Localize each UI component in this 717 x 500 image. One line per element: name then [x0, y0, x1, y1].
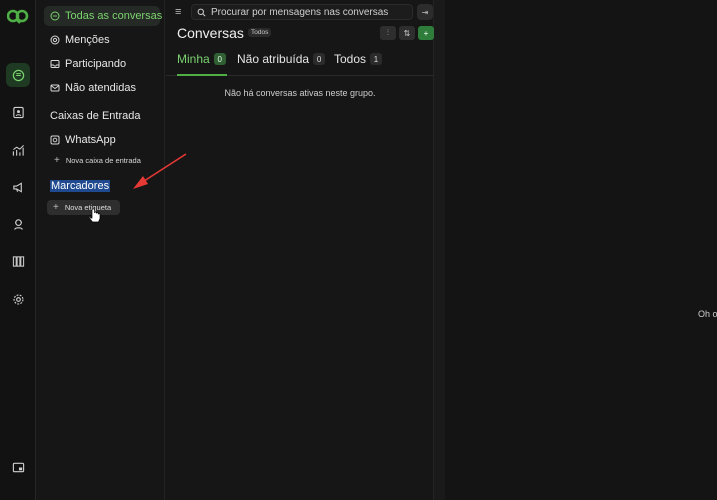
sidebar-item-participating[interactable]: Participando: [44, 54, 160, 74]
panel-toggle-icon[interactable]: [6, 455, 30, 479]
empty-state-message: Não há conversas ativas neste grupo.: [224, 88, 376, 98]
tab-count: 1: [370, 53, 383, 65]
inboxes-section-title: Caixas de Entrada: [50, 110, 141, 122]
sort-icon[interactable]: ⇅: [399, 26, 415, 40]
plus-icon: +: [54, 155, 60, 166]
conversation-list-panel: ≡ ⇥ Conversas Todos ⫶ ⇅ + Minha 0 Não at…: [166, 0, 434, 500]
sidebar-item-label: Não atendidas: [65, 82, 136, 94]
sidebar: Todas as conversas Menções Participando …: [37, 0, 165, 500]
add-conversation-button[interactable]: +: [418, 26, 434, 40]
labels-section-label: Marcadores: [50, 180, 111, 192]
new-inbox-label: Nova caixa de entrada: [65, 156, 141, 165]
sidebar-item-unattended[interactable]: Não atendidas: [44, 78, 160, 98]
tab-label: Minha: [177, 52, 210, 66]
gear-icon[interactable]: [6, 287, 30, 311]
sidebar-item-all-conversations[interactable]: Todas as conversas: [44, 6, 163, 26]
main-pane-text: Oh o: [698, 309, 717, 319]
chat-bubble-icon[interactable]: [6, 63, 30, 87]
search-icon: [197, 8, 206, 16]
trend-chart-icon[interactable]: [6, 138, 30, 162]
plus-icon: +: [53, 202, 59, 213]
mail-icon: [50, 83, 60, 93]
app-logo-icon[interactable]: [6, 8, 29, 24]
chat-bubble-icon: [50, 11, 60, 21]
active-tab-indicator: [177, 74, 227, 76]
support-agent-icon[interactable]: [6, 212, 30, 236]
icon-rail: [0, 0, 36, 500]
sidebar-item-whatsapp[interactable]: WhatsApp: [44, 130, 160, 150]
collapse-panel-icon[interactable]: ⇥: [417, 4, 433, 20]
whatsapp-inbox-icon: [50, 135, 60, 145]
sidebar-item-label: Participando: [65, 58, 127, 70]
tab-unassigned[interactable]: Não atribuída 0: [237, 52, 326, 66]
sidebar-item-label: Menções: [65, 34, 110, 46]
panel-divider[interactable]: [434, 0, 445, 500]
conversation-tabs: Minha 0 Não atribuída 0 Todos 1: [166, 44, 434, 76]
tab-label: Todos: [334, 52, 367, 66]
app-window: Todas as conversas Menções Participando …: [0, 0, 717, 500]
sidebar-item-label: Todas as conversas: [65, 10, 163, 22]
tab-count: 0: [313, 53, 326, 65]
columns-icon[interactable]: [6, 249, 30, 273]
labels-section-title: Marcadores: [50, 180, 111, 192]
new-label-label: Nova etiqueta: [64, 203, 112, 212]
status-badge[interactable]: Todos: [248, 28, 272, 37]
new-inbox-link[interactable]: + Nova caixa de entrada: [54, 155, 141, 166]
tab-all[interactable]: Todos 1: [334, 52, 383, 66]
inbox-icon: [50, 59, 60, 69]
tab-mine[interactable]: Minha 0: [177, 52, 226, 66]
new-label-button[interactable]: + Nova etiqueta: [47, 200, 120, 215]
megaphone-icon[interactable]: [6, 175, 30, 199]
menu-icon[interactable]: ≡: [175, 6, 181, 18]
tab-label: Não atribuída: [237, 52, 310, 66]
contact-card-icon[interactable]: [6, 100, 30, 124]
conversation-main-pane: Oh o: [445, 0, 717, 500]
search-input[interactable]: [211, 6, 401, 18]
sidebar-item-label: WhatsApp: [65, 134, 116, 146]
sidebar-item-mentions[interactable]: Menções: [44, 30, 160, 50]
filter-icon[interactable]: ⫶: [380, 26, 396, 40]
at-sign-icon: [50, 35, 60, 45]
tab-count: 0: [213, 53, 226, 65]
search-field[interactable]: [191, 4, 413, 20]
page-title: Conversas: [177, 25, 244, 41]
